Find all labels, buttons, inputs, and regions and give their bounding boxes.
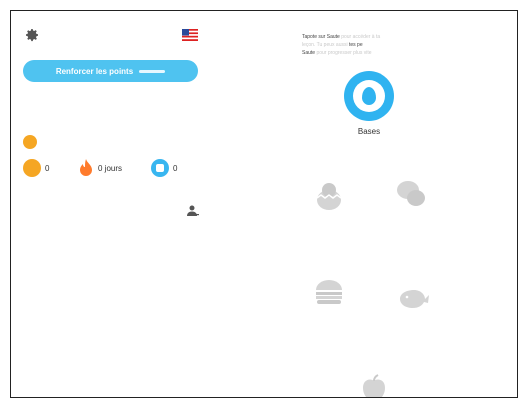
lingot-icon	[23, 135, 37, 149]
gear-icon[interactable]	[24, 27, 40, 43]
skill-label-basics: Bases	[357, 127, 381, 136]
lingot-count: 0	[45, 163, 50, 173]
hatching-chick-icon[interactable]	[312, 178, 346, 212]
whale-icon[interactable]	[397, 281, 431, 315]
lingot-counter: 0	[23, 159, 49, 177]
app-window: Renforcer les points 0 0 jours 0 Tapote …	[10, 10, 518, 398]
hint-bold-1: Tapote sur Saute	[302, 34, 340, 40]
gem-icon	[151, 159, 169, 177]
flame-icon	[80, 159, 92, 176]
person-icon[interactable]	[186, 205, 200, 217]
dumbbell-icon	[139, 69, 166, 73]
hint-faint-1: pour accéder à ta	[341, 34, 381, 40]
speech-bubbles-icon[interactable]	[394, 177, 428, 211]
gem-count: 0	[173, 163, 178, 173]
hint-faint-2: leçon. Tu peux aussi	[302, 42, 348, 48]
egg-icon	[353, 80, 385, 112]
gem-counter: 0	[151, 159, 177, 177]
skill-circle[interactable]	[344, 71, 394, 121]
strengthen-skills-button[interactable]: Renforcer les points	[23, 60, 198, 82]
hint-faint-3: pour progresser plus vite	[316, 50, 372, 56]
us-flag-icon[interactable]	[182, 29, 198, 41]
strengthen-label: Renforcer les points	[55, 66, 134, 76]
hint-bold-2: tes pe	[348, 42, 363, 48]
skill-basics[interactable]: Bases	[344, 71, 394, 136]
tooltip-hint: Tapote sur Saute pour accéder à ta leçon…	[302, 33, 452, 57]
streak-count: 0 jours	[98, 163, 123, 173]
streak-counter: 0 jours	[78, 159, 122, 177]
hint-bold-3: Saute	[302, 50, 316, 56]
burger-icon[interactable]	[312, 275, 346, 309]
apple-icon[interactable]	[357, 371, 391, 398]
lingot-icon	[23, 159, 41, 177]
